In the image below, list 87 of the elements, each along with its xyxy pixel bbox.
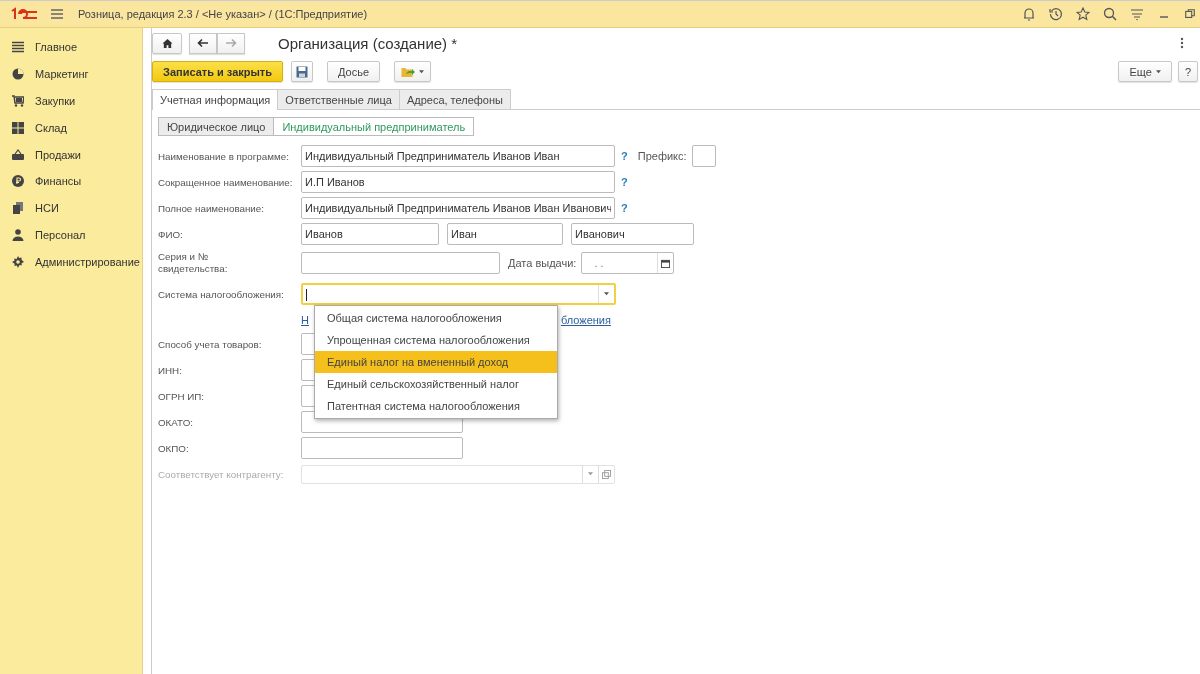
sidebar-item[interactable]: Главное — [35, 41, 78, 54]
restore-icon[interactable] — [1184, 8, 1196, 20]
dropdown-option[interactable]: Общая система налогообложения — [315, 307, 557, 329]
caret-icon — [604, 292, 609, 296]
caret-icon — [1155, 69, 1161, 74]
input-field[interactable] — [691, 145, 716, 167]
link[interactable]: Н — [301, 314, 309, 326]
field-label: ИНН: — [158, 364, 183, 376]
grid-icon — [12, 121, 24, 134]
dossier-button[interactable]: Досье — [327, 61, 381, 82]
save-button[interactable] — [291, 61, 314, 82]
home-icon — [161, 37, 173, 49]
field-label: ФИО: — [158, 228, 184, 240]
date-field[interactable]: . . — [581, 252, 675, 274]
link[interactable]: бложения — [560, 314, 611, 326]
person-icon — [12, 228, 24, 241]
documents-icon — [12, 202, 24, 215]
basket-icon — [12, 148, 24, 161]
folder-arrow-icon — [401, 65, 416, 78]
field-label: Способ учета товаров: — [158, 338, 263, 350]
dropdown-option[interactable]: Единый налог на вмененный доход — [315, 351, 557, 373]
help-link[interactable]: ? — [621, 202, 628, 214]
input-field[interactable] — [301, 437, 463, 459]
dropdown-option[interactable]: Единый сельскохозяйственный налог — [315, 373, 557, 395]
field-label: Полное наименование: — [158, 202, 265, 214]
bell-icon[interactable] — [1022, 7, 1036, 21]
open-icon — [602, 469, 611, 479]
input-field[interactable]: Иван — [447, 223, 563, 245]
field-label: Наименование в программе: — [158, 150, 290, 162]
sidebar-item[interactable]: НСИ — [35, 202, 59, 215]
text-cursor — [306, 289, 307, 301]
sidebar-item[interactable]: Финансы — [35, 175, 82, 188]
field-label: Префикс: — [637, 150, 687, 162]
history-icon[interactable] — [1049, 7, 1063, 21]
pie-chart-icon — [12, 68, 24, 81]
caret-icon — [419, 69, 425, 74]
input-field[interactable]: Иванович — [571, 223, 694, 245]
dropdown-option[interactable]: Патентная система налогообложения — [315, 395, 557, 417]
back-arrow-icon — [197, 38, 209, 48]
tab[interactable]: Ответственные лица — [277, 89, 400, 109]
help-link[interactable]: ? — [621, 176, 628, 188]
field-label: ОКПО: — [158, 442, 190, 454]
field-label: Система налогообложения: — [158, 288, 285, 300]
input-field[interactable]: И.П Иванов — [301, 171, 615, 193]
field-label: Сокращенное наименование: — [158, 176, 294, 188]
settings-icon — [12, 255, 24, 268]
input-field[interactable]: Иванов — [301, 223, 439, 245]
help-link[interactable]: ? — [621, 150, 628, 162]
calendar-icon — [661, 258, 671, 268]
field-label: Дата выдачи: — [508, 257, 577, 269]
back-button[interactable] — [189, 32, 217, 54]
tab[interactable]: Учетная информация — [152, 89, 279, 110]
field-label: ОКАТО: — [158, 416, 194, 428]
home-button[interactable] — [152, 32, 182, 54]
input-field[interactable]: Индивидуальный Предприниматель Иванов Иван Иванович — [301, 197, 615, 219]
field-label: ОГРН ИП: — [158, 390, 206, 402]
app-title: Розница, редакция 2.3 / <Не указан> / (1С:Предприятие) — [78, 8, 368, 20]
report-dropdown-button[interactable] — [394, 61, 432, 82]
save-and-close-button[interactable]: Записать и закрыть — [152, 61, 284, 82]
sidebar-item[interactable]: Склад — [35, 121, 67, 134]
more-button[interactable]: Еще — [1118, 61, 1172, 82]
field-label: Серия и № свидетельства: — [158, 251, 229, 275]
field-label: Соответствует контрагенту: — [158, 468, 285, 480]
form-title: Организация (создание) * — [278, 34, 458, 52]
input-field[interactable]: Индивидуальный Предприниматель Иванов Иван — [301, 145, 615, 167]
star-icon[interactable] — [1076, 7, 1090, 21]
sidebar-item[interactable]: Продажи — [35, 148, 81, 161]
input-field[interactable] — [301, 252, 500, 274]
menu-icon[interactable] — [1130, 7, 1144, 21]
coin-icon — [12, 175, 24, 188]
lines-icon — [12, 41, 24, 54]
menu-icon[interactable] — [50, 8, 64, 20]
sidebar-item[interactable]: Персонал — [35, 228, 86, 241]
sidebar-item[interactable]: Администрирование — [35, 255, 140, 268]
toggle-option[interactable]: Юридическое лицо — [158, 117, 275, 136]
sidebar-item[interactable]: Маркетинг — [35, 68, 89, 81]
caret-icon — [588, 472, 593, 476]
help-button[interactable]: ? — [1177, 61, 1198, 82]
dropdown-option[interactable]: Упрощенная система налогообложения — [315, 329, 557, 351]
logo-icon — [10, 7, 38, 21]
search-icon[interactable] — [1103, 7, 1117, 21]
more-icon[interactable] — [1180, 37, 1184, 49]
tab[interactable]: Адреса, телефоны — [398, 89, 511, 109]
toggle-option[interactable]: Индивидуальный предприниматель — [274, 117, 475, 136]
forward-arrow-icon — [225, 38, 237, 48]
sidebar-item[interactable]: Закупки — [35, 95, 76, 107]
cart-icon — [12, 95, 24, 107]
